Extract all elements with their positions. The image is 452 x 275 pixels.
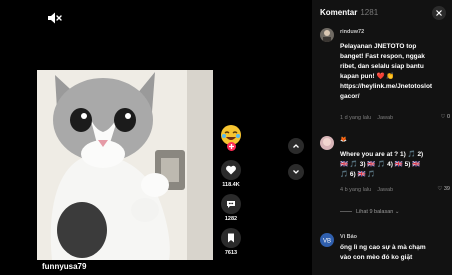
comment-meta: 1 d yang lalu Jawab [340, 115, 393, 121]
close-icon [436, 10, 442, 16]
comment-like[interactable]: ♡ 0 [440, 114, 450, 120]
save-button[interactable] [221, 228, 241, 248]
creator-avatar[interactable] [219, 124, 243, 151]
chevron-down-icon: ⌄ [394, 209, 400, 215]
chevron-up-icon [293, 144, 299, 148]
comment-like-count: 0 [446, 114, 450, 120]
video-player[interactable] [37, 70, 213, 260]
view-replies-link[interactable]: Lihat 9 balasan ⌄ [340, 209, 399, 215]
bookmark-icon [228, 233, 234, 243]
avatar[interactable] [320, 136, 334, 150]
like-action[interactable]: 118.4K [218, 160, 244, 188]
comment-action[interactable]: 1282 [218, 194, 244, 222]
video-username[interactable]: funnyusa79 [42, 262, 86, 271]
reply-button[interactable]: Jawab [377, 187, 393, 193]
comment-time: 1 d yang lalu [340, 115, 372, 121]
divider [340, 211, 352, 213]
save-action[interactable]: 7613 [218, 228, 244, 256]
close-comments-button[interactable] [432, 6, 446, 20]
action-rail: 118.4K 1282 7613 [218, 160, 244, 262]
avatar[interactable] [320, 28, 334, 42]
comment-author[interactable]: 🦊 [340, 137, 347, 143]
comment-text: Where you are at ? 1) 🎵 2) 🇬🇧 🎵 3) 🇬🇧 🎵 … [340, 151, 424, 178]
heart-icon [226, 165, 236, 175]
cat-video-frame [37, 70, 213, 260]
next-video-button[interactable] [288, 164, 304, 180]
heart-outline-icon: ♡ [437, 186, 443, 192]
comment-time: 4 b yang lalu [340, 187, 372, 193]
mute-button[interactable] [46, 10, 62, 26]
reply-button[interactable]: Jawab [377, 115, 393, 121]
comments-count: 1281 [360, 8, 379, 17]
svg-text:VB: VB [323, 239, 331, 245]
comment-item: rinduw72 Pelayanan JNETOTO top banget! F… [320, 28, 450, 128]
previous-video-button[interactable] [288, 138, 304, 154]
follow-plus-icon[interactable] [227, 142, 236, 151]
save-count: 7613 [224, 250, 238, 256]
avatar[interactable]: VB [320, 233, 334, 247]
comment-like[interactable]: ♡ 39 [437, 186, 450, 192]
comment-text: Pelayanan JNETOTO top banget! Fast respo… [340, 43, 433, 100]
comments-header: Komentar 1281 [320, 8, 378, 17]
like-button[interactable] [221, 160, 241, 180]
comment-author[interactable]: rinduw72 [340, 29, 364, 35]
comment-item: VB Vi Bảo ống lì ng cao sự à mà chạm vào… [320, 233, 450, 273]
comments-panel: Komentar 1281 rinduw72 Pelayanan JNETOTO … [312, 0, 452, 275]
view-replies-label: Lihat 9 balasan [356, 209, 394, 215]
comment-text: ống lì ng cao sự à mà chạm vào con mèo đ… [340, 244, 426, 261]
speaker-muted-icon [48, 12, 62, 24]
comment-item: 🦊 Where you are at ? 1) 🎵 2) 🇬🇧 🎵 3) 🇬🇧 … [320, 136, 450, 198]
comment-bubble-icon [227, 201, 235, 208]
comment-count: 1282 [224, 216, 238, 222]
comment-meta: 4 b yang lalu Jawab [340, 187, 393, 193]
video-stage[interactable]: funnyusa79 118.4K 1282 7613 [0, 0, 312, 275]
chevron-down-icon [293, 170, 299, 174]
heart-outline-icon: ♡ [440, 114, 446, 120]
comment-like-count: 39 [443, 186, 450, 192]
comment-button[interactable] [221, 194, 241, 214]
like-count: 118.4K [222, 182, 240, 188]
comment-author[interactable]: Vi Bảo [340, 234, 357, 240]
comments-title: Komentar [320, 8, 358, 17]
